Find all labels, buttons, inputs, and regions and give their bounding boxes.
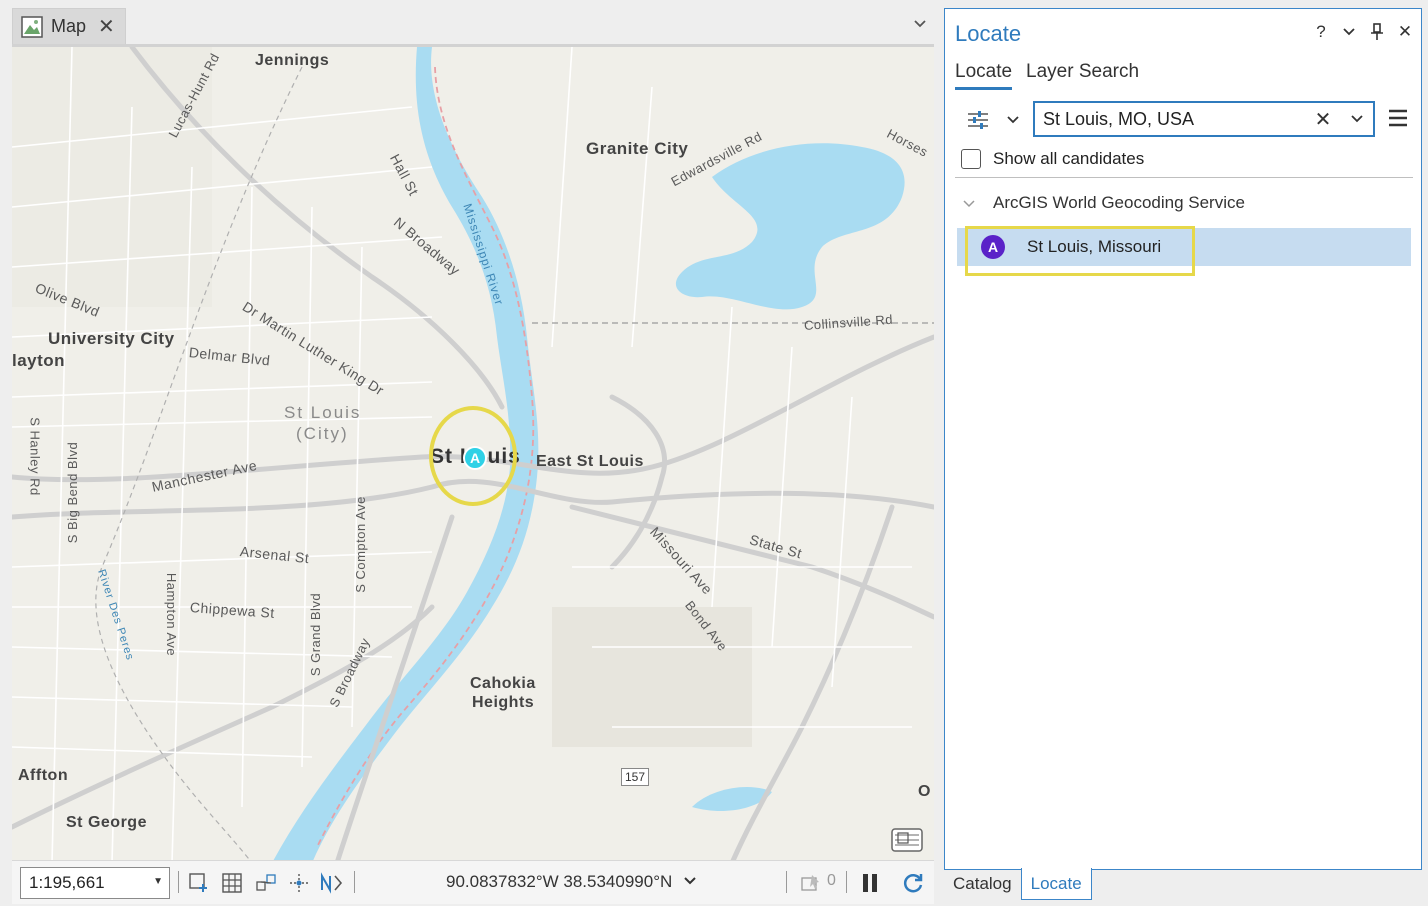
- close-icon[interactable]: ✕: [1395, 21, 1415, 43]
- chevron-down-icon[interactable]: [1345, 107, 1369, 131]
- map-label: S Grand Blvd: [308, 592, 324, 677]
- divider: [955, 177, 1413, 178]
- grid-icon[interactable]: [219, 870, 245, 896]
- selection-icon[interactable]: [798, 870, 824, 896]
- pane-controls: ? ✕: [1311, 21, 1415, 43]
- map-label: Heights: [472, 694, 535, 711]
- map-icon: [21, 15, 43, 38]
- separator: [354, 871, 355, 893]
- map-label: University City: [48, 329, 175, 348]
- map-status-bar: 1:195,661 ▼ 90.0837832°W 38.5340990°N 0: [12, 860, 934, 904]
- locate-search-box[interactable]: ✕: [1033, 101, 1375, 137]
- overview-map-icon[interactable]: [890, 825, 924, 855]
- locate-search-input[interactable]: [1043, 108, 1303, 130]
- pane-title: Locate: [955, 21, 1022, 46]
- close-icon[interactable]: ✕: [98, 17, 115, 37]
- map-label: East St Louis: [536, 453, 644, 470]
- separator: [178, 871, 179, 893]
- map-tab-label: Map: [51, 16, 87, 36]
- map-label: S Compton Ave: [352, 496, 368, 593]
- coordinates-readout: 90.0837832°W 38.5340990°N: [446, 872, 673, 891]
- scale-dropdown[interactable]: 1:195,661 ▼: [20, 867, 170, 899]
- tab-catalog[interactable]: Catalog: [944, 868, 1021, 900]
- chevron-down-icon[interactable]: [1003, 107, 1023, 133]
- locate-pane: Locate ? ✕ Locate Layer Search ✕: [944, 8, 1422, 870]
- map-view[interactable]: Jennings Lucas-Hunt Rd Hall St N Broadwa…: [12, 44, 934, 860]
- constraints-icon[interactable]: [286, 870, 312, 896]
- collapse-chevron-icon[interactable]: [963, 193, 975, 213]
- route-shield: 157: [621, 768, 649, 786]
- map-label: O: [918, 783, 931, 800]
- map-label: Affton: [18, 767, 69, 784]
- map-label: Jennings: [255, 52, 330, 69]
- scale-value: 1:195,661: [29, 873, 105, 892]
- chevron-down-icon[interactable]: [910, 14, 930, 34]
- map-label: Granite City: [586, 139, 689, 158]
- help-icon[interactable]: ?: [1311, 21, 1331, 43]
- tab-locate[interactable]: Locate: [955, 61, 1013, 90]
- hamburger-menu-icon[interactable]: [1385, 105, 1411, 131]
- settings-sliders-icon[interactable]: [965, 107, 991, 133]
- fixed-zoom-in-icon[interactable]: [186, 870, 212, 896]
- north-arrow-icon[interactable]: [319, 870, 345, 896]
- map-label: S Hanley Rd: [27, 417, 43, 496]
- selection-count: 0: [827, 872, 836, 889]
- result-badge: A: [981, 235, 1005, 259]
- chevron-down-icon[interactable]: [682, 873, 698, 893]
- show-all-candidates-label: Show all candidates: [993, 149, 1145, 168]
- pause-icon[interactable]: [857, 870, 883, 896]
- refresh-icon[interactable]: [900, 870, 926, 896]
- map-label: (City): [296, 424, 349, 443]
- pane-tabs: Locate Layer Search: [955, 61, 1139, 90]
- options-chevron-icon[interactable]: [1339, 21, 1359, 43]
- map-label: Hampton Ave: [164, 572, 180, 657]
- result-label: St Louis, Missouri: [1027, 237, 1162, 256]
- separator: [786, 871, 787, 893]
- map-label: S Big Bend Blvd: [65, 441, 81, 544]
- bottom-pane-tabs: Catalog Locate: [944, 868, 1092, 902]
- map-label: layton: [12, 351, 66, 370]
- search-row: ✕: [945, 101, 1421, 141]
- separator: [846, 871, 847, 893]
- map-tab-bar: Map ✕: [0, 0, 940, 44]
- map-label: Cahokia: [470, 675, 536, 692]
- checkbox[interactable]: [961, 149, 981, 169]
- pin-icon[interactable]: [1367, 21, 1387, 43]
- geocoder-group[interactable]: ArcGIS World Geocoding Service: [963, 193, 1245, 213]
- geocoder-group-label: ArcGIS World Geocoding Service: [993, 193, 1245, 212]
- show-all-candidates-checkbox[interactable]: Show all candidates: [961, 149, 1144, 169]
- tab-locate-bottom[interactable]: Locate: [1020, 868, 1092, 900]
- tab-layer-search[interactable]: Layer Search: [1026, 61, 1139, 90]
- snapping-icon[interactable]: [253, 870, 279, 896]
- map-tab[interactable]: Map ✕: [12, 8, 126, 44]
- dropdown-arrow-icon: ▼: [153, 876, 163, 887]
- clear-search-icon[interactable]: ✕: [1311, 107, 1335, 131]
- locate-marker[interactable]: A: [463, 446, 487, 470]
- result-row[interactable]: A St Louis, Missouri: [957, 228, 1411, 266]
- map-label: St George: [66, 814, 147, 831]
- map-label: St Louis: [284, 403, 362, 422]
